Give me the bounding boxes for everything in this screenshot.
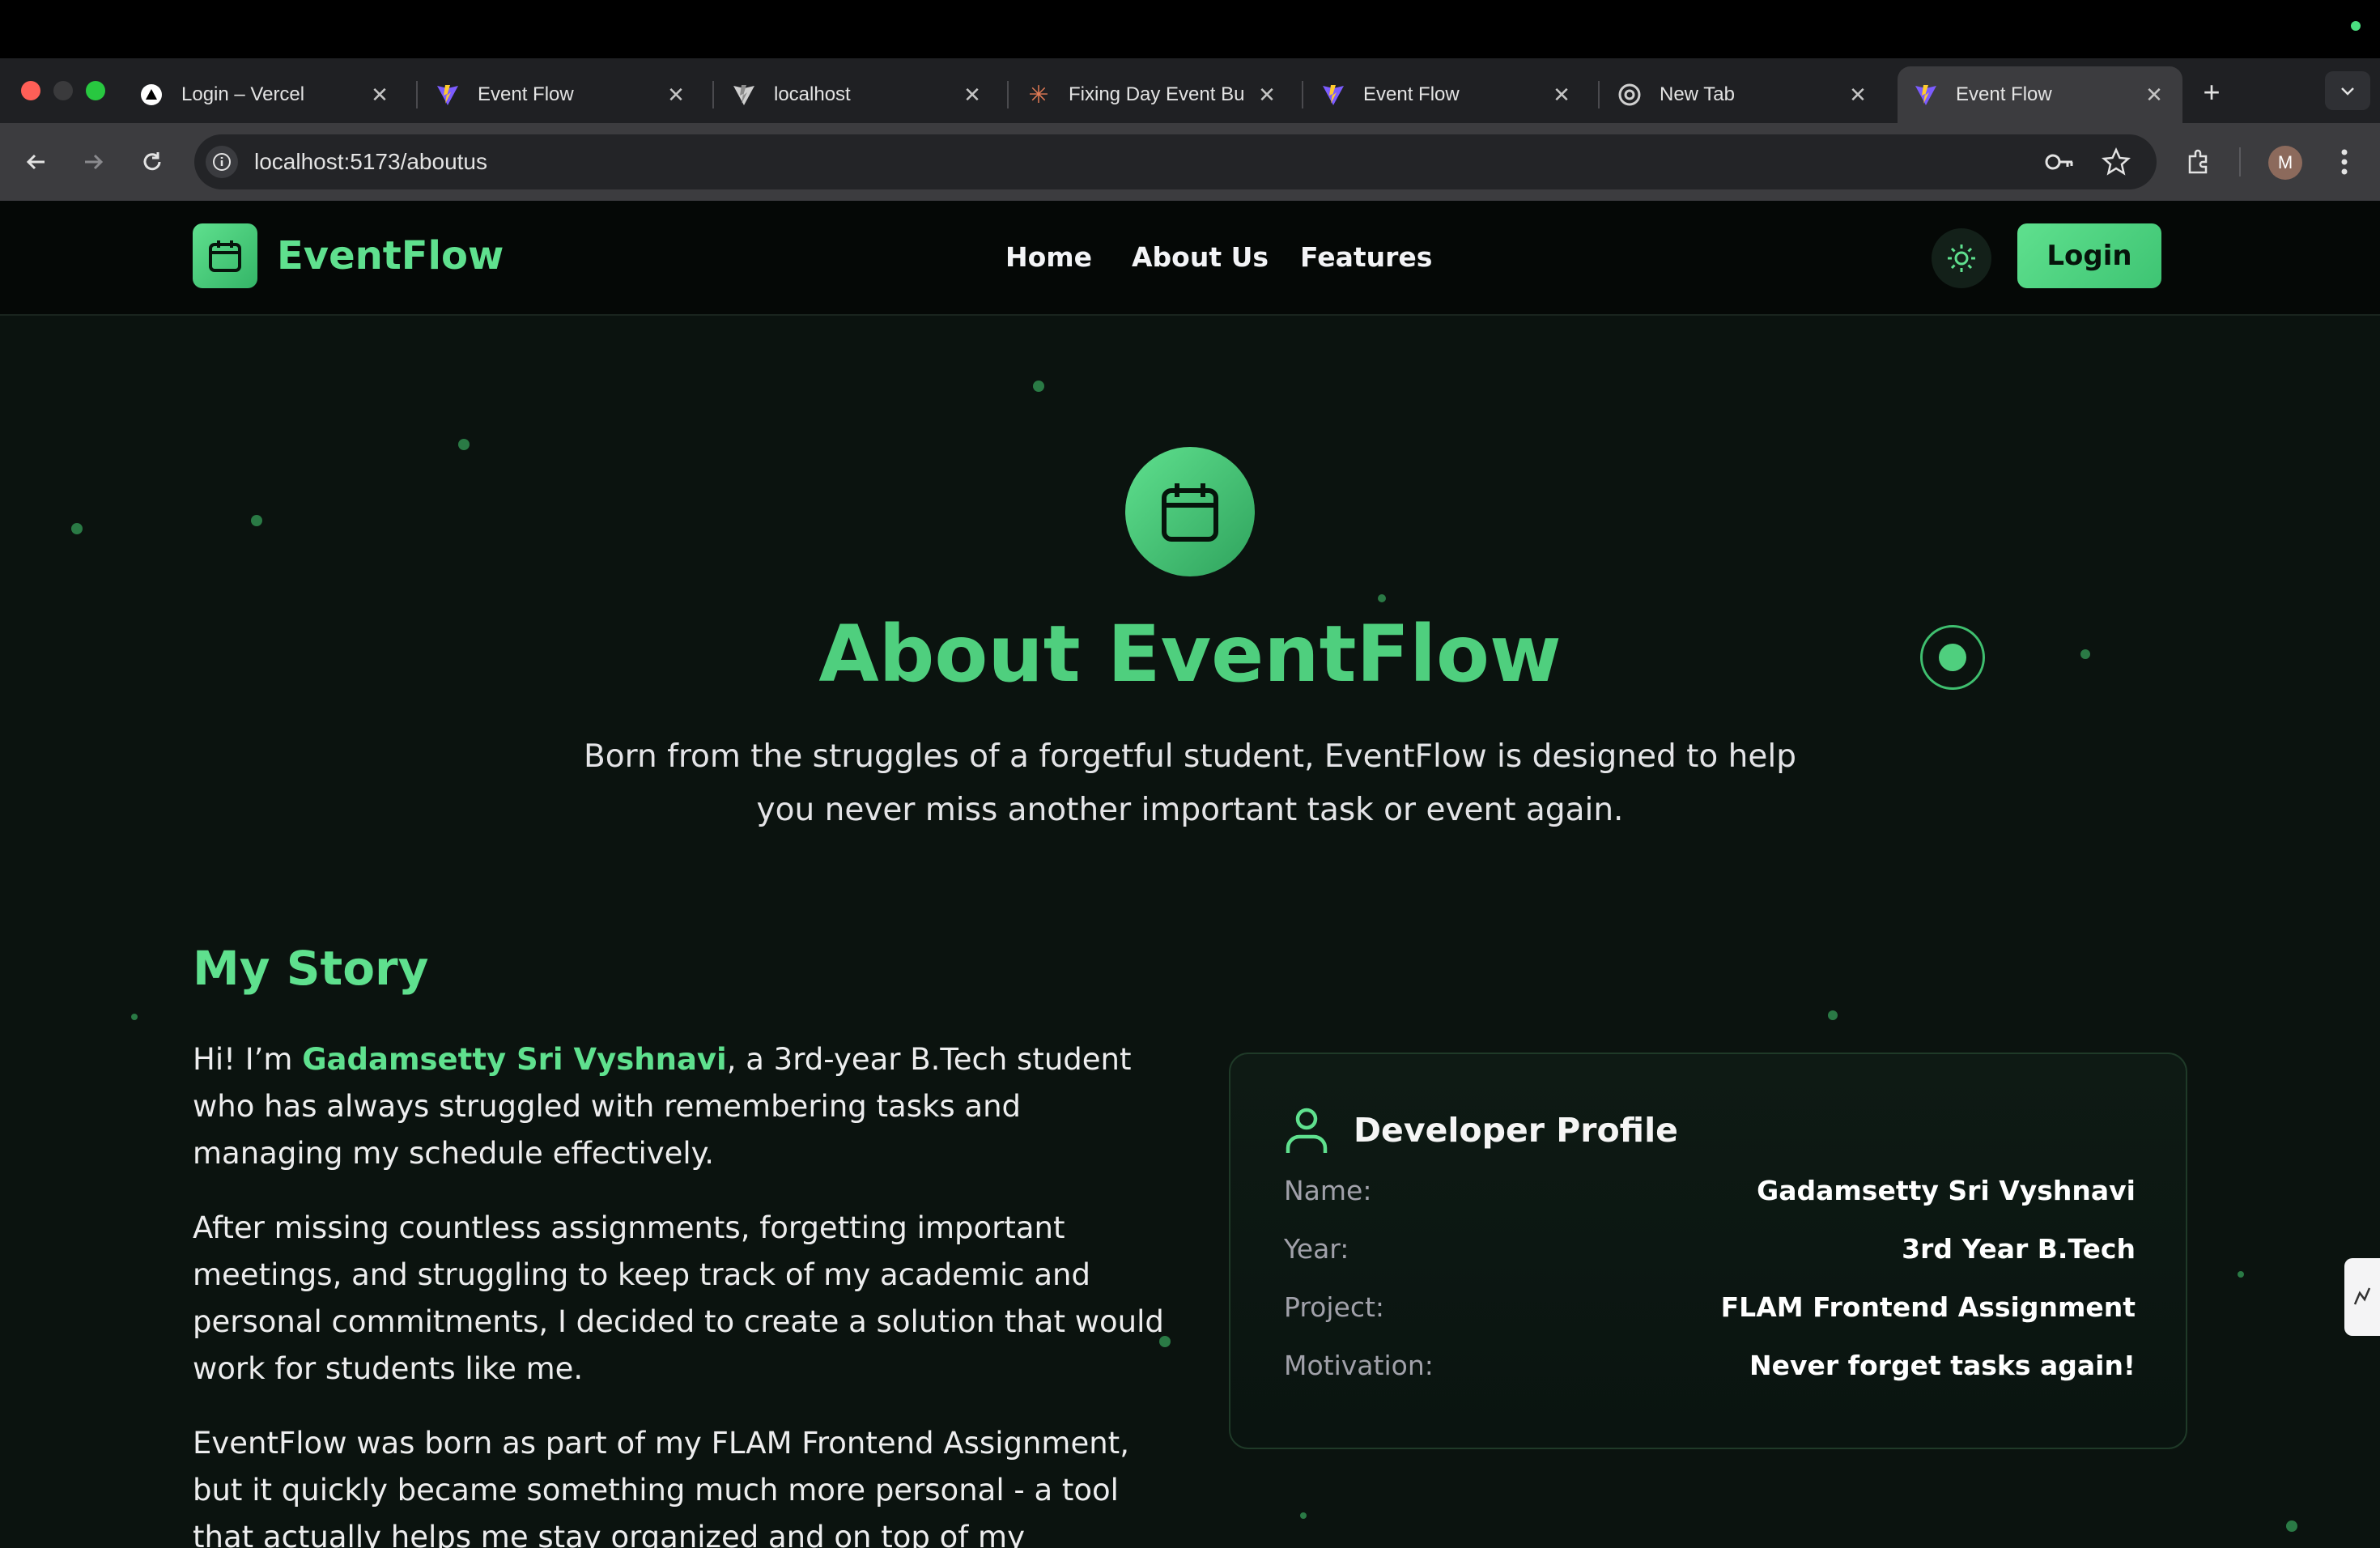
nav-link-about-us[interactable]: About Us [1132,241,1269,273]
browser-tab-active[interactable]: Event Flow ✕ [1898,66,2182,123]
story-paragraph: After missing countless assignments, for… [193,1210,1164,1386]
login-button[interactable]: Login [2017,223,2161,288]
close-window-button[interactable] [21,81,40,100]
profile-row-name: Name: Gadamsetty Sri Vyshnavi [1284,1174,2136,1206]
close-tab-icon[interactable]: ✕ [1846,83,1870,108]
browser-tab[interactable]: New Tab ✕ [1601,66,1886,123]
vite-icon [436,83,460,107]
browser-tab[interactable]: Event Flow ✕ [419,66,704,123]
browser-toolbar: localhost:5173/aboutus [0,123,2380,201]
close-tab-icon[interactable]: ✕ [1255,83,1279,108]
browser-tab[interactable]: ✳ Fixing Day Event Bu ✕ [1010,66,1295,123]
chrome-icon [1617,83,1642,107]
os-menu-bar [0,0,2380,58]
new-tab-button[interactable]: + [2195,75,2228,108]
site-navbar: EventFlow Home About Us Features Login [0,201,2380,316]
browser-tab[interactable]: Login – Vercel ✕ [123,66,408,123]
decorative-ring [1920,625,1985,690]
close-tab-icon[interactable]: ✕ [2142,83,2166,108]
nav-link-home[interactable]: Home [1005,241,1092,273]
close-tab-icon[interactable]: ✕ [960,83,984,108]
page-title: About EventFlow [818,609,1562,700]
browser-tab[interactable]: localhost ✕ [716,66,1001,123]
profile-row-motivation: Motivation: Never forget tasks again! [1284,1349,2136,1381]
status-dot [2351,21,2361,31]
maximize-window-button[interactable] [86,81,105,100]
kebab-menu-icon[interactable] [2328,146,2361,178]
developer-name-highlight: Gadamsetty Sri Vyshnavi [302,1042,727,1077]
minimize-window-button[interactable] [53,81,73,100]
key-icon[interactable] [2043,147,2076,176]
vercel-icon [139,83,164,107]
tab-search-button[interactable] [2325,71,2370,110]
vite-grey-icon [732,83,756,107]
story-paragraph: EventFlow was born as part of my FLAM Fr… [193,1426,1129,1548]
address-bar[interactable]: localhost:5173/aboutus [194,134,2157,189]
extensions-icon[interactable] [2182,146,2215,178]
close-tab-icon[interactable]: ✕ [1549,83,1574,108]
arrow-right-icon [85,154,104,170]
close-tab-icon[interactable]: ✕ [368,83,392,108]
bookmark-star-icon[interactable] [2100,146,2132,178]
chevron-down-icon [2341,87,2354,96]
developer-profile-card: Developer Profile Name: Gadamsetty Sri Vy… [1229,1053,2187,1449]
site-info-icon[interactable] [206,146,238,178]
section-title-my-story: My Story [193,941,429,996]
story-paragraph: Hi! I’m Gadamsetty Sri Vyshnavi, a 3rd-y… [193,1042,1132,1171]
vite-icon [1321,83,1345,107]
calendar-icon [1125,447,1255,576]
reload-button[interactable] [136,146,168,178]
sun-icon [1948,245,1975,272]
vite-icon [1914,83,1938,107]
profile-card-title: Developer Profile [1354,1111,1678,1150]
browser-tab[interactable]: Event Flow ✕ [1305,66,1590,123]
profile-row-year: Year: 3rd Year B.Tech [1284,1232,2136,1265]
extension-side-widget[interactable] [2344,1258,2380,1336]
profile-row-project: Project: FLAM Frontend Assignment [1284,1291,2136,1323]
page-subtitle: Born from the struggles of a forgetful s… [584,738,1796,828]
calendar-icon[interactable] [193,223,257,288]
pen-icon [2353,1287,2371,1305]
claude-icon: ✳ [1028,81,1049,108]
forward-button[interactable] [78,146,110,178]
close-tab-icon[interactable]: ✕ [664,83,688,108]
url-text[interactable]: localhost:5173/aboutus [254,149,487,175]
nav-link-features[interactable]: Features [1300,241,1432,273]
user-icon [1286,1108,1328,1153]
reload-icon [143,152,161,171]
about-page: About EventFlow Born from the struggles … [0,317,2380,1548]
back-button[interactable] [19,146,52,178]
theme-toggle-button[interactable] [1932,228,1991,288]
brand-name[interactable]: EventFlow [277,233,504,279]
profile-avatar[interactable]: M [2268,146,2302,180]
browser-tab-strip: Login – Vercel ✕ Event Flow ✕ localhost … [0,58,2380,123]
arrow-left-icon [26,154,45,170]
